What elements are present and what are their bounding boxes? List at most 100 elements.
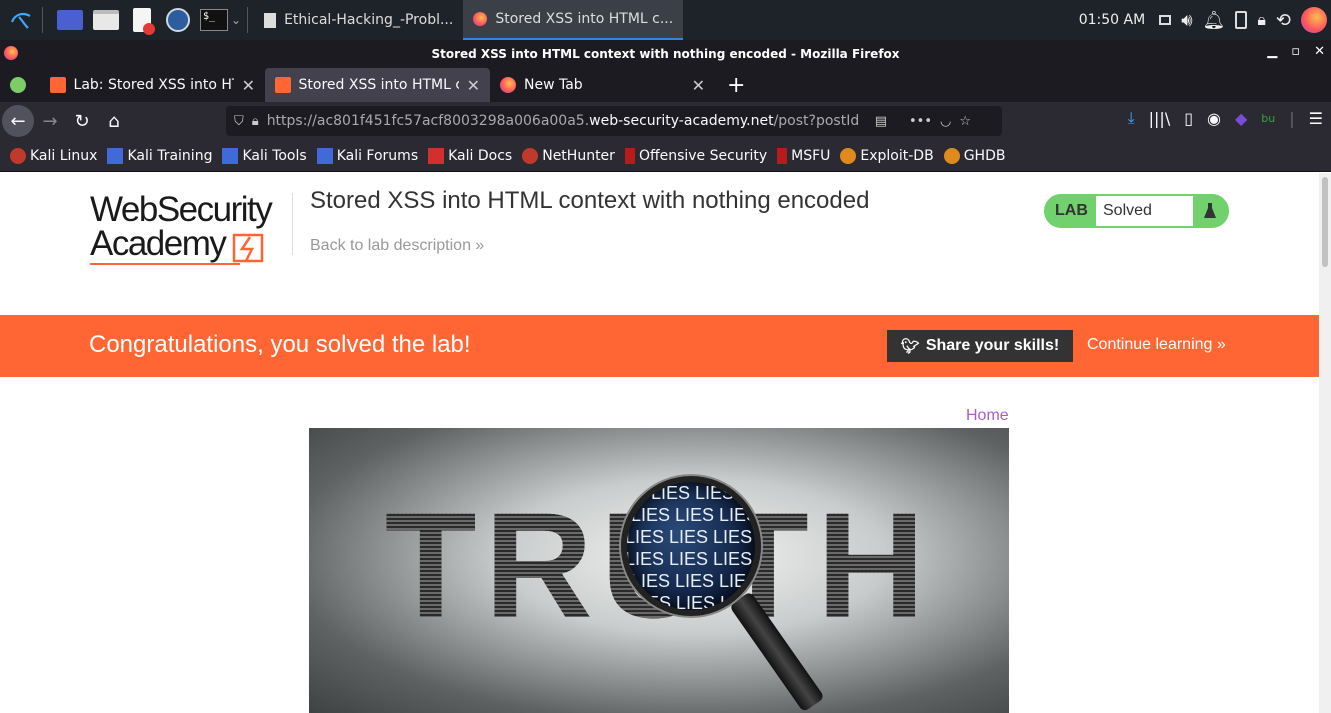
congratulations-text: Congratulations, you solved the lab! (89, 331, 471, 358)
clock: 01:50 AM (1078, 12, 1146, 28)
web-security-academy-logo[interactable]: WebSecurity Academy (90, 192, 290, 267)
tab-label: Lab: Stored XSS into HTM (73, 77, 234, 93)
web-page: WebSecurity Academy Stored XSS into HTML… (0, 173, 1319, 713)
continue-learning-link[interactable]: Continue learning » (1087, 336, 1226, 354)
scrollbar-thumb[interactable] (1322, 177, 1328, 267)
home-link[interactable]: Home (966, 407, 1009, 425)
window-title: Stored XSS into HTML context with nothin… (431, 47, 900, 61)
maximize-icon[interactable]: ▫ (1291, 44, 1300, 59)
document-icon (264, 12, 277, 28)
sidebar-icon[interactable]: ▯ (1184, 109, 1193, 128)
account-icon[interactable]: ◉ (1207, 109, 1221, 128)
bookmark-label: Offensive Security (638, 147, 768, 164)
task-editor[interactable]: Ethical-Hacking_-Probl... (254, 0, 463, 40)
logo-underline (90, 263, 240, 265)
bookmark-exploit-db[interactable]: Exploit-DB (840, 147, 934, 164)
task-firefox[interactable]: Stored XSS into HTML c... (463, 0, 684, 40)
downloads-icon[interactable]: ⤓ (1128, 108, 1135, 128)
share-label: Share your skills! (925, 337, 1060, 354)
burp-extension-icon[interactable]: bu (1261, 112, 1275, 125)
url-bar[interactable]: ⛉ 🔒︎ https://ac801f451fc57acf8003298a006… (226, 106, 1002, 136)
pocket-icon[interactable]: ◡ (940, 114, 951, 129)
new-tab-button[interactable]: + (715, 68, 757, 102)
bookmark-offensive-security[interactable]: Offensive Security (624, 147, 768, 164)
bookmark-msfu[interactable]: MSFU (777, 147, 831, 164)
share-your-skills-button[interactable]: 🐦︎ Share your skills! (887, 330, 1073, 362)
lens-text-line: LIES LIES (651, 483, 735, 503)
bookmark-kali-linux[interactable]: Kali Linux (10, 147, 97, 164)
lock-icon[interactable]: 🔒︎ (252, 114, 259, 129)
taskbar-separator (247, 7, 249, 33)
bookmark-kali-forums[interactable]: Kali Forums (316, 147, 418, 164)
bookmark-nethunter[interactable]: NetHunter (522, 147, 615, 164)
home-button[interactable]: ⌂ (98, 105, 130, 137)
reader-view-icon[interactable]: ▤ (875, 114, 887, 129)
tab-strip: Lab: Stored XSS into HTM ✕ Stored XSS in… (0, 68, 1331, 102)
lens-text-line: LIES LIES LIES (631, 505, 759, 525)
close-icon[interactable]: ✕ (1314, 44, 1325, 59)
bookmark-kali-docs[interactable]: Kali Docs (428, 147, 512, 164)
bookmark-label: Kali Tools (242, 147, 307, 164)
lab-label: LAB (1055, 202, 1088, 219)
extension-icon[interactable]: ◆ (1235, 109, 1247, 128)
tab-label: Stored XSS into HTML co (298, 77, 459, 93)
flask-icon (1193, 196, 1227, 226)
forward-button[interactable]: → (34, 105, 66, 137)
bookmark-star-icon[interactable]: ☆ (959, 114, 971, 129)
browser-globe-icon[interactable] (163, 5, 193, 35)
bookmark-kali-training[interactable]: Kali Training (107, 147, 212, 164)
terminal-icon[interactable]: $_ (199, 5, 229, 35)
kali-icon (10, 147, 26, 164)
logout-icon[interactable]: ⟲ (1276, 10, 1291, 31)
lens-text-line: LIES LIES LIES LI (625, 527, 761, 547)
close-tab-icon[interactable]: ✕ (692, 76, 705, 95)
text-editor-icon[interactable] (127, 5, 157, 35)
page-scrollbar[interactable] (1319, 173, 1331, 713)
shield-icon[interactable]: ⛉ (234, 114, 244, 129)
kali-menu-icon[interactable] (6, 5, 36, 35)
container-tab-icon[interactable] (0, 68, 40, 102)
display-icon[interactable] (1159, 15, 1172, 25)
navigation-bar: ← → ↻ ⌂ ⛉ 🔒︎ https://ac801f451fc57acf800… (0, 102, 1331, 140)
lab-status: Solved (1096, 196, 1193, 226)
bookmark-label: MSFU (791, 147, 831, 164)
bookmark-ghdb[interactable]: GHDB (943, 147, 1005, 164)
power-manager-icon[interactable] (1235, 11, 1248, 29)
header-divider (292, 193, 293, 255)
chevron-down-icon[interactable]: ⌄ (231, 13, 241, 27)
hamburger-menu-icon[interactable]: ☰ (1309, 109, 1323, 128)
close-tab-icon[interactable]: ✕ (467, 76, 480, 95)
tab-label: New Tab (524, 77, 583, 93)
back-button[interactable]: ← (2, 105, 34, 137)
lock-icon[interactable]: 🔒︎ (1257, 10, 1266, 30)
reload-button[interactable]: ↻ (66, 105, 98, 137)
tab-lab-description[interactable]: Lab: Stored XSS into HTM ✕ (40, 68, 265, 102)
taskbar-separator (42, 7, 43, 33)
library-icon[interactable]: |||\ (1149, 109, 1171, 128)
bookmark-kali-tools[interactable]: Kali Tools (222, 147, 307, 164)
page-actions-icon[interactable]: ••• (909, 114, 932, 129)
volume-icon[interactable]: 🔊︎ (1181, 10, 1192, 31)
twitter-icon: 🐦︎ (900, 338, 920, 355)
exploit-db-icon (840, 147, 857, 164)
file-manager-icon[interactable] (91, 5, 121, 35)
kali-tools-icon (222, 147, 239, 164)
task-label: Stored XSS into HTML c... (495, 11, 674, 27)
lab-title: Stored XSS into HTML context with nothin… (310, 187, 870, 214)
close-tab-icon[interactable]: ✕ (242, 76, 255, 95)
back-to-lab-description-link[interactable]: Back to lab description » (310, 237, 484, 255)
portswigger-icon (50, 77, 66, 93)
tab-new[interactable]: New Tab ✕ (490, 68, 715, 102)
url-domain: web-security-academy.net (589, 113, 774, 129)
firefox-icon (4, 46, 18, 60)
url-text[interactable]: https://ac801f451fc57acf8003298a006a00a5… (267, 113, 867, 129)
workspace-icon[interactable] (55, 5, 85, 35)
lab-status-badge: LAB Solved (1044, 194, 1229, 228)
minimize-icon[interactable]: ▁ (1267, 44, 1277, 59)
globe-icon (10, 77, 26, 93)
magnifier-lens: LIES LIES LIES LIES LIES LIES LIES LIES … (621, 476, 761, 616)
tab-lab-post[interactable]: Stored XSS into HTML co ✕ (265, 68, 490, 102)
post-hero-image: TRUTH LIES LIES LIES LIES LIES LIES LIES… (309, 428, 1009, 713)
firefox-launcher-icon[interactable] (1301, 7, 1327, 33)
notification-bell-icon[interactable]: 🔔︎ (1203, 10, 1226, 31)
